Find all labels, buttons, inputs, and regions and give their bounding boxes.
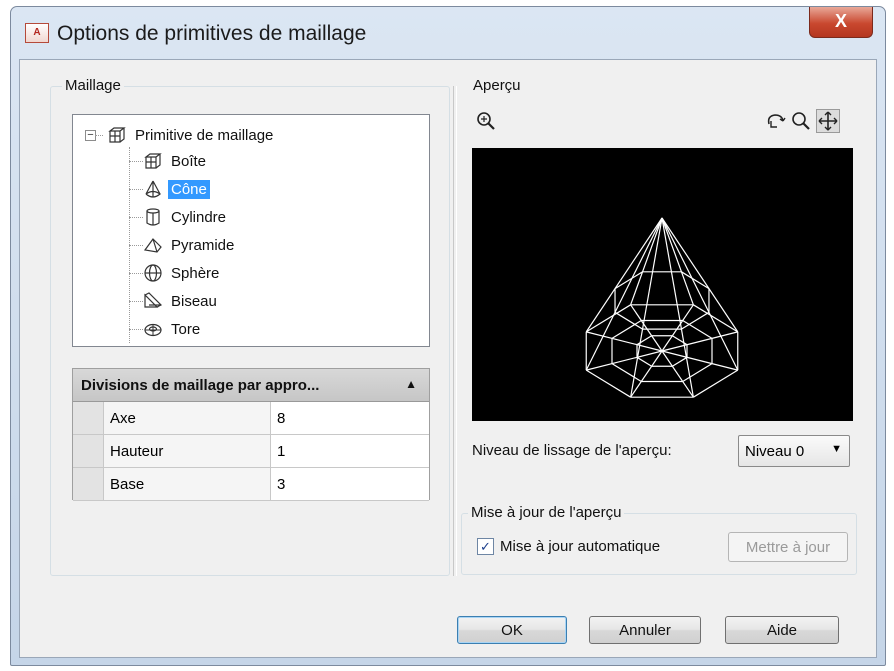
- cone-icon: [145, 180, 161, 198]
- mesh-group-label: Maillage: [62, 77, 124, 94]
- tree-item-label: Cône: [168, 179, 210, 199]
- box-icon: [144, 153, 162, 169]
- torus-icon: [144, 323, 162, 337]
- tree-item-cone[interactable]: Cône: [143, 177, 210, 201]
- property-gutter: [73, 402, 104, 434]
- dialog-client-area: Maillage − Primitive de maillage Boîte C…: [19, 59, 877, 658]
- orbit-icon[interactable]: [765, 110, 787, 132]
- tree-item-label: Tore: [171, 320, 201, 338]
- checkmark-icon: ✓: [480, 539, 491, 554]
- property-row: Hauteur 1: [73, 435, 429, 468]
- property-value-height[interactable]: 1: [271, 435, 429, 467]
- wireframe-edge: [681, 271, 710, 290]
- tree-connector: [129, 217, 143, 218]
- wireframe-edge: [630, 217, 663, 398]
- autocad-app-icon: A: [25, 23, 49, 43]
- smoothing-level-dropdown[interactable]: Niveau 0 ▼: [738, 435, 850, 467]
- collapse-arrow-icon[interactable]: ▲: [405, 377, 417, 391]
- tree-root-label: Primitive de maillage: [135, 126, 274, 144]
- wireframe-edge: [636, 335, 652, 346]
- tree-item-cylinder[interactable]: Cylindre: [143, 205, 229, 229]
- pyramid-icon: [143, 238, 162, 253]
- primitive-tree[interactable]: − Primitive de maillage Boîte Cône Cylin…: [72, 114, 430, 347]
- auto-update-label: Mise à jour automatique: [500, 538, 661, 555]
- property-name: Base: [104, 468, 271, 500]
- wedge-icon: [144, 292, 163, 308]
- update-group-label: Mise à jour de l'aperçu: [468, 504, 625, 521]
- wireframe-edge: [661, 217, 739, 371]
- tree-item-label: Cylindre: [171, 208, 227, 226]
- property-row: Axe 8: [73, 402, 429, 435]
- property-value-axis[interactable]: 8: [271, 402, 429, 434]
- tree-root-primitive[interactable]: Primitive de maillage: [107, 123, 276, 147]
- wireframe-edge: [661, 217, 739, 333]
- tree-item-sphere[interactable]: Sphère: [143, 261, 222, 285]
- wireframe-edge: [614, 271, 643, 290]
- tree-connector: [129, 161, 143, 162]
- tree-connector: [129, 245, 143, 246]
- wireframe-edge: [630, 217, 663, 306]
- cylinder-icon: [146, 208, 160, 226]
- wireframe-edge: [682, 319, 713, 339]
- wireframe-edge: [614, 311, 643, 330]
- tree-item-label: Sphère: [171, 264, 220, 282]
- cone-wireframe: [585, 217, 739, 398]
- property-row: Base 3: [73, 468, 429, 501]
- title-bar[interactable]: A Options de primitives de maillage X: [11, 7, 885, 59]
- help-button[interactable]: Aide: [725, 616, 839, 644]
- wireframe-edge: [682, 363, 713, 383]
- wireframe-edge: [693, 369, 739, 398]
- close-button[interactable]: X: [809, 7, 873, 38]
- wireframe-edge: [672, 335, 688, 346]
- zoom-icon[interactable]: [790, 110, 812, 132]
- tree-item-label: Biseau: [171, 292, 217, 310]
- smoothing-level-value: Niveau 0: [745, 442, 805, 460]
- ok-button[interactable]: OK: [457, 616, 567, 644]
- property-gutter: [73, 435, 104, 467]
- pan-icon[interactable]: [816, 109, 840, 133]
- close-icon: X: [834, 11, 847, 31]
- wireframe-edge: [611, 363, 642, 383]
- tree-item-label: Pyramide: [171, 236, 235, 254]
- tree-connector: [129, 301, 143, 302]
- zoom-extents-icon[interactable]: [475, 110, 497, 132]
- tree-item-torus[interactable]: Tore: [143, 317, 203, 341]
- properties-header-label: Divisions de maillage par appro...: [81, 376, 320, 394]
- mesh-box-icon: [108, 127, 126, 143]
- properties-grid: Divisions de maillage par appro... ▲ Axe…: [72, 368, 430, 501]
- smoothing-level-label: Niveau de lissage de l'aperçu:: [472, 442, 672, 459]
- properties-header[interactable]: Divisions de maillage par appro... ▲: [73, 369, 429, 402]
- wireframe-edge: [681, 311, 710, 330]
- wireframe-edge: [636, 356, 652, 367]
- vertical-separator: [453, 86, 457, 576]
- chevron-down-icon: ▼: [831, 443, 842, 455]
- property-name: Hauteur: [104, 435, 271, 467]
- window-title: Options de primitives de maillage: [57, 22, 367, 45]
- tree-connector: [95, 135, 103, 136]
- tree-connector: [129, 189, 143, 190]
- property-name: Axe: [104, 402, 271, 434]
- tree-item-pyramid[interactable]: Pyramide: [143, 233, 237, 257]
- update-now-button[interactable]: Mettre à jour: [728, 532, 848, 562]
- wireframe-edge: [585, 217, 663, 371]
- wireframe-edge: [661, 217, 694, 306]
- tree-item-wedge[interactable]: Biseau: [143, 289, 220, 313]
- wireframe-edge: [672, 356, 688, 367]
- preview-label: Aperçu: [470, 77, 524, 94]
- tree-connector: [129, 273, 143, 274]
- tree-item-label: Boîte: [171, 152, 207, 170]
- wireframe-edge: [661, 217, 694, 398]
- tree-item-box[interactable]: Boîte: [143, 149, 209, 173]
- wireframe-edge: [585, 217, 663, 333]
- sphere-icon: [144, 264, 162, 282]
- tree-connector: [129, 329, 143, 330]
- wireframe-edge: [611, 319, 642, 339]
- dialog-window: A Options de primitives de maillage X Ma…: [10, 6, 886, 666]
- wireframe-edge: [585, 369, 631, 398]
- property-value-base[interactable]: 3: [271, 468, 429, 500]
- cancel-button[interactable]: Annuler: [589, 616, 701, 644]
- auto-update-checkbox[interactable]: ✓: [477, 538, 494, 555]
- preview-viewport[interactable]: [472, 148, 853, 421]
- property-gutter: [73, 468, 104, 500]
